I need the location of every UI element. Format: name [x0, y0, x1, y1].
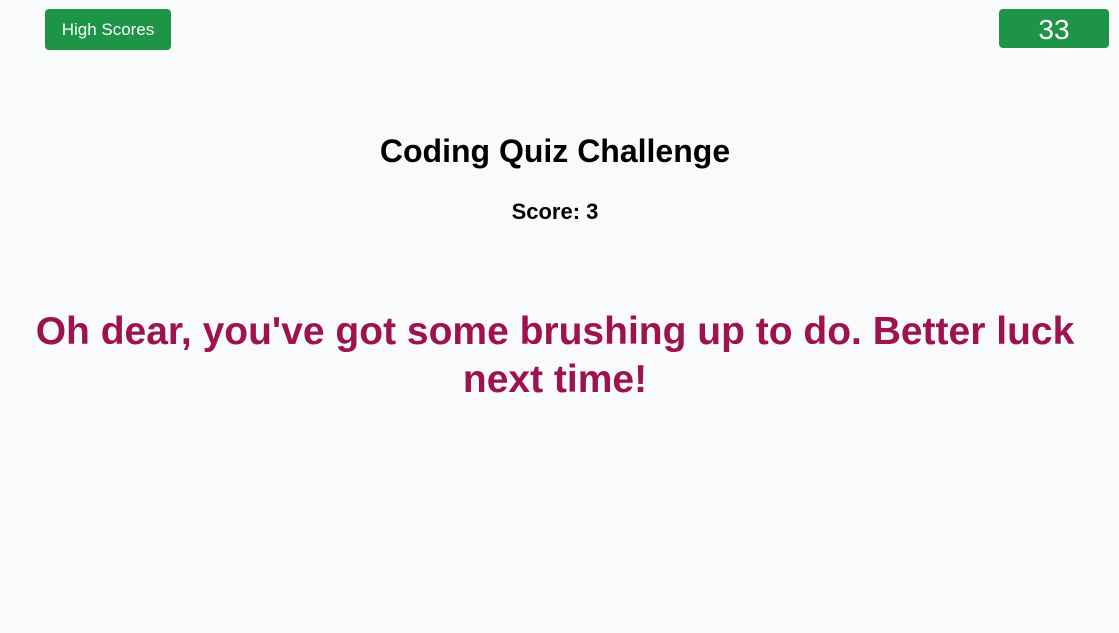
high-scores-button[interactable]: High Scores	[45, 9, 171, 50]
score-value: 3	[586, 199, 599, 224]
result-message: Oh dear, you've got some brushing up to …	[35, 310, 1075, 401]
timer-display: 33	[999, 9, 1109, 48]
score-display: Score: 3	[0, 199, 1110, 225]
page-title: Coding Quiz Challenge	[379, 133, 731, 169]
score-label: Score:	[511, 199, 587, 224]
